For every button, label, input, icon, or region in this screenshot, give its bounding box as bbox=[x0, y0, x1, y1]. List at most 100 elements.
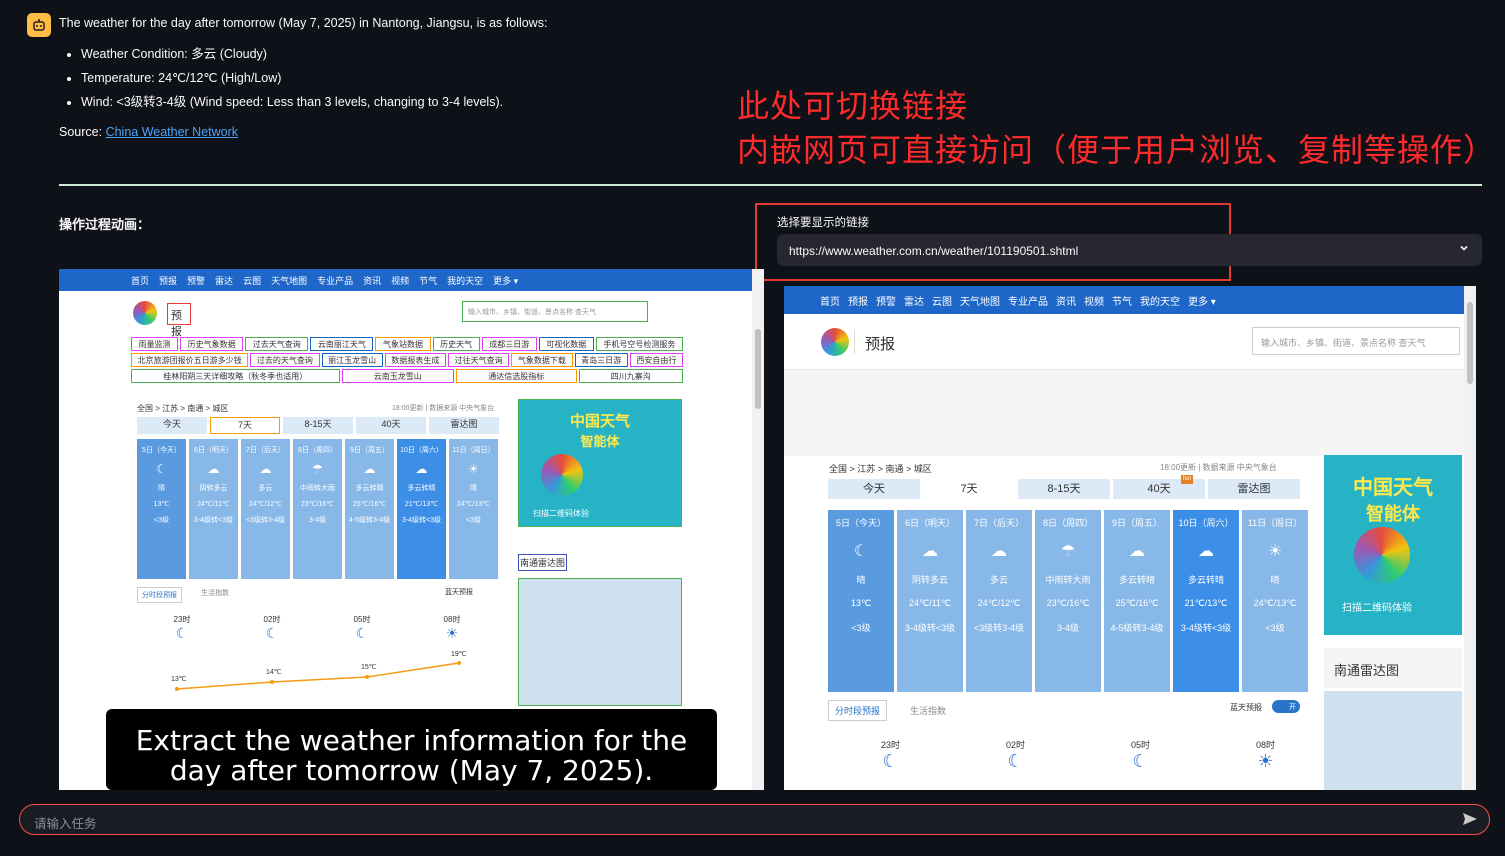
day-temp: 24℃/13℃ bbox=[1253, 598, 1297, 608]
ad-link: 雨量监测 bbox=[131, 337, 179, 351]
logo-divider bbox=[854, 330, 855, 354]
link-ads: 雨量监测 历史气象数据 过去天气查询 云南丽江天气 气象站数据 历史天气 成都三… bbox=[131, 337, 683, 383]
nav-item[interactable]: 雷达 bbox=[904, 293, 924, 308]
nav-item: 首页 bbox=[131, 275, 150, 286]
link-select[interactable]: https://www.weather.com.cn/weather/10119… bbox=[777, 234, 1482, 266]
weather-icon: ☁ bbox=[991, 543, 1007, 560]
promo-subtitle: 智能体 bbox=[1366, 504, 1420, 524]
day-name: 8日（周四） bbox=[298, 447, 337, 454]
task-input[interactable]: 请输入任务 bbox=[19, 804, 1490, 835]
site-search-input[interactable]: 输入城市、乡镇、街道、景点名称 查天气 bbox=[1252, 327, 1460, 355]
nav-item[interactable]: 节气 bbox=[1112, 293, 1132, 308]
day-card[interactable]: 11日（周日） ☀ 晴 24℃/13℃ <3级 bbox=[1242, 510, 1308, 692]
day-temp: 24℃/11℃ bbox=[908, 598, 952, 608]
ad-link: 历史天气 bbox=[432, 337, 480, 351]
moon-icon: ☾ bbox=[1007, 751, 1024, 771]
day-card[interactable]: 9日（周五） ☁ 多云转晴 25℃/16℃ 4-5级转3-4级 bbox=[1104, 510, 1170, 692]
day-card: 5日（今天） ☾ 晴 13℃ <3级 bbox=[137, 439, 186, 579]
hour-col: 08时 ☀ bbox=[444, 614, 461, 642]
task-input-placeholder: 请输入任务 bbox=[34, 817, 97, 831]
day-card[interactable]: 8日（周四） ☂ 中雨转大雨 23℃/16℃ 3-4级 bbox=[1035, 510, 1101, 692]
tab-8-15days[interactable]: 8-15天 bbox=[1018, 479, 1110, 499]
hour-label: 08时 bbox=[1255, 740, 1275, 750]
nav-item[interactable]: 预警 bbox=[876, 293, 896, 308]
nav-item[interactable]: 我的天空 bbox=[1140, 293, 1180, 308]
hour-label: 05时 bbox=[1130, 740, 1150, 750]
day-name: 10日（周六） bbox=[400, 447, 443, 454]
link-select-label: 选择要显示的链接 bbox=[777, 217, 869, 229]
promo-banner[interactable]: 中国天气 智能体 扫描二维码体验 bbox=[1324, 455, 1462, 635]
day-cond: 多云 bbox=[258, 485, 273, 492]
promo-title: 中国天气 bbox=[1353, 477, 1433, 499]
divider bbox=[59, 184, 1482, 186]
subtab-hourly: 分时段预报 bbox=[137, 587, 182, 603]
ad-area bbox=[784, 370, 1464, 456]
temp-label: 19℃ bbox=[451, 651, 467, 658]
day-wind: 3-4级转<3级 bbox=[904, 623, 956, 633]
day-wind: <3级 bbox=[851, 623, 871, 633]
nav-item: 更多 ▾ bbox=[493, 275, 519, 286]
day-card: 7日（后天） ☁ 多云 24℃/12℃ <3级转3-4级 bbox=[241, 439, 290, 579]
tab-today[interactable]: 今天 bbox=[828, 479, 920, 499]
qr-code-icon bbox=[541, 454, 583, 496]
right-scrollbar[interactable] bbox=[1464, 286, 1476, 790]
send-icon[interactable] bbox=[1461, 810, 1479, 831]
day-card[interactable]: 7日（后天） ☁ 多云 24℃/12℃ <3级转3-4级 bbox=[966, 510, 1032, 692]
ad-link: 青岛三日游 bbox=[574, 353, 628, 367]
nav-item[interactable]: 资讯 bbox=[1056, 293, 1076, 308]
blue-sky-toggle[interactable]: 开 bbox=[1272, 700, 1300, 713]
radar-map bbox=[518, 578, 682, 706]
moon-icon: ☾ bbox=[882, 751, 899, 771]
day-name: 6日（明天） bbox=[904, 518, 955, 528]
weather-icon: ☁ bbox=[207, 462, 220, 476]
nav-item[interactable]: 云图 bbox=[932, 293, 952, 308]
subtab-life[interactable]: 生活指数 bbox=[910, 704, 946, 717]
tab-40days[interactable]: 40天 hot bbox=[1113, 475, 1205, 499]
updated-time: 18:00更新 | 数据来源 中央气象台 bbox=[392, 405, 495, 412]
ad-link: 西安自由行 bbox=[629, 353, 683, 367]
embedded-webpage[interactable]: 首页 预报 预警 雷达 云图 天气地图 专业产品 资讯 视频 节气 我的天空 更… bbox=[784, 286, 1476, 790]
day-temp: 24℃/12℃ bbox=[977, 598, 1021, 608]
nav-item[interactable]: 视频 bbox=[1084, 293, 1104, 308]
day-card[interactable]: 6日（明天） ☁ 阴转多云 24℃/11℃ 3-4级转<3级 bbox=[897, 510, 963, 692]
source-link[interactable]: China Weather Network bbox=[106, 125, 238, 139]
radar-map[interactable] bbox=[1324, 691, 1462, 790]
promo-scan-text: 扫描二维码体验 bbox=[533, 509, 589, 518]
radar-title[interactable]: 南通雷达图 bbox=[1324, 648, 1462, 688]
tab-7days[interactable]: 7天 bbox=[923, 479, 1015, 499]
temp-point bbox=[175, 687, 179, 691]
nav-item: 雷达 bbox=[215, 275, 234, 286]
weather-icon: ☾ bbox=[853, 543, 869, 560]
day-cond: 多云转晴 bbox=[1118, 575, 1155, 585]
day-temp: 13℃ bbox=[850, 598, 872, 608]
ad-link: 过去天气查询 bbox=[245, 337, 309, 351]
nav-item[interactable]: 专业产品 bbox=[1008, 293, 1048, 308]
hour-label: 05时 bbox=[353, 615, 371, 624]
site-nav: 首页 预报 预警 雷达 云图 天气地图 专业产品 资讯 视频 节气 我的天空 更… bbox=[59, 269, 764, 291]
qr-code-icon bbox=[1354, 527, 1410, 583]
site-search: 输入城市、乡镇、街道、景点名称 查天气 bbox=[462, 301, 648, 322]
hour-col: 23时 ☾ bbox=[881, 738, 900, 772]
radar-title: 南通雷达图 bbox=[518, 554, 568, 571]
day-temp: 23℃/16℃ bbox=[300, 501, 335, 508]
day-cond: 阴转多云 bbox=[199, 485, 228, 492]
nav-item[interactable]: 首页 bbox=[820, 293, 840, 308]
site-logo-icon[interactable] bbox=[821, 328, 849, 356]
tab-today: 今天 bbox=[137, 417, 207, 434]
nav-item[interactable]: 更多 ▾ bbox=[1188, 293, 1216, 308]
weather-icon: ☁ bbox=[1198, 543, 1214, 560]
brand: 预报 bbox=[167, 303, 191, 338]
tab-radar[interactable]: 雷达图 bbox=[1208, 479, 1300, 499]
day-wind: 3-4级 bbox=[1056, 623, 1079, 633]
ad-link: 过去的天气查询 bbox=[250, 353, 320, 367]
subtab-hourly[interactable]: 分时段预报 bbox=[828, 700, 888, 721]
nav-item[interactable]: 预报 bbox=[848, 293, 868, 308]
day-card[interactable]: 5日（今天） ☾ 晴 13℃ <3级 bbox=[828, 510, 894, 692]
nav-item[interactable]: 天气地图 bbox=[960, 293, 1000, 308]
assistant-avatar-icon bbox=[27, 13, 51, 37]
day-wind: 3-4级 bbox=[308, 517, 327, 524]
day-name: 5日（今天） bbox=[835, 518, 886, 528]
day-card[interactable]: 10日（周六） ☁ 多云转晴 21℃/13℃ 3-4级转<3级 bbox=[1173, 510, 1239, 692]
ad-link: 通达信选股指标 bbox=[456, 369, 577, 383]
breadcrumb[interactable]: 全国 > 江苏 > 南通 > 城区 bbox=[829, 462, 932, 475]
